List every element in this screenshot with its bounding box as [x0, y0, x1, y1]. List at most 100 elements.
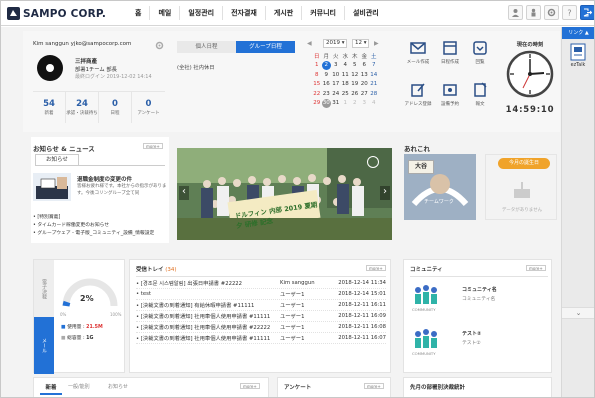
calendar-prev-icon[interactable]: ◀: [307, 40, 312, 47]
calendar-day[interactable]: 19: [350, 80, 360, 90]
calendar-next-icon[interactable]: ▶: [374, 40, 379, 47]
calendar-day[interactable]: 9: [322, 70, 332, 80]
community-more-button[interactable]: more+: [526, 265, 546, 271]
calendar-day[interactable]: 16: [322, 80, 332, 90]
quick-address-add[interactable]: アドレス登録: [403, 81, 433, 107]
calendar-day[interactable]: 20: [360, 80, 370, 90]
calendar-day[interactable]: 22: [312, 89, 322, 99]
eztalk-app[interactable]: ezTalk: [566, 43, 590, 68]
calendar-day[interactable]: 8: [312, 70, 322, 80]
news-item-2[interactable]: • タイムカード稼働変更のお知らせ: [33, 221, 109, 228]
calendar-day[interactable]: 25: [341, 89, 351, 99]
calendar-day[interactable]: 12: [350, 70, 360, 80]
logout-icon[interactable]: [580, 5, 594, 20]
tab-new-posts[interactable]: 新着: [40, 383, 62, 395]
avatar[interactable]: [37, 55, 63, 81]
news-item-3[interactable]: • グループウェア - 電子版_コミュニティ_設備_情報設定: [33, 229, 154, 236]
nav-community[interactable]: 커뮤니티: [302, 6, 345, 20]
stat-new[interactable]: 54 新着: [33, 92, 66, 123]
nav-equipment[interactable]: 설비관리: [345, 6, 387, 20]
nav-approval[interactable]: 전자결재: [223, 6, 266, 20]
calendar-day[interactable]: 21: [369, 80, 379, 90]
calendar-day[interactable]: 1: [341, 99, 351, 109]
calendar-day[interactable]: 24: [331, 89, 341, 99]
photo-slider[interactable]: ドルフィン 内部 2019 夏期 夕 研修 記念 ‹ ›: [177, 148, 392, 240]
survey-more-button[interactable]: more+: [364, 383, 384, 389]
calendar-day[interactable]: 17: [331, 80, 341, 90]
quick-circular[interactable]: 回覧: [465, 39, 495, 65]
stat-approval[interactable]: 24 承認・決裁待ち: [66, 92, 99, 123]
calendar-day[interactable]: 23: [322, 89, 332, 99]
help-icon[interactable]: ?: [562, 5, 577, 20]
calendar-day[interactable]: 26: [350, 89, 360, 99]
community-item-1[interactable]: COMMUNITY コミュニティ名 コミュニティ名: [410, 282, 548, 322]
calendar-day[interactable]: 14: [369, 70, 379, 80]
calendar-day[interactable]: 13: [360, 70, 370, 80]
tab-notice[interactable]: お知らせ: [35, 154, 79, 165]
slider-pause-icon[interactable]: [367, 156, 379, 168]
calendar-day[interactable]: 4: [369, 99, 379, 109]
calendar-day[interactable]: 27: [360, 89, 370, 99]
group-photo: [177, 148, 392, 240]
brand-logo[interactable]: SAMPO CORP.: [7, 6, 107, 21]
news-headline[interactable]: 退職金制度の変更の件: [77, 175, 132, 183]
quick-report[interactable]: 報文: [465, 81, 495, 107]
calendar-day[interactable]: 6: [360, 61, 370, 71]
month-select[interactable]: 12 ▾: [352, 39, 369, 48]
community-item-2[interactable]: COMMUNITY テスト② テスト②: [410, 326, 548, 366]
calendar-day[interactable]: 3: [360, 99, 370, 109]
slider-next-icon[interactable]: ›: [380, 186, 390, 200]
calendar-day[interactable]: 18: [341, 80, 351, 90]
calendar-day[interactable]: 28: [369, 89, 379, 99]
nav-home[interactable]: 홈: [127, 6, 151, 20]
board-more-button[interactable]: more+: [240, 383, 260, 389]
tab-approval-widget[interactable]: 電子決裁: [34, 260, 54, 317]
tab-notice-board[interactable]: お知らせ: [108, 383, 128, 390]
news-item-1[interactable]: • [特別賞義]: [33, 213, 60, 220]
calendar-day[interactable]: 10: [331, 70, 341, 80]
calendar-day[interactable]: 5: [350, 61, 360, 71]
user-icon[interactable]: [508, 5, 523, 20]
calendar-day[interactable]: 7: [369, 61, 379, 71]
calendar-day[interactable]: 4: [341, 61, 351, 71]
inbox-row[interactable]: • [決裁文書の到着通知] 社用車個人使用申請書 #22222 ユーザー1 2018…: [136, 322, 386, 333]
tab-personal-schedule[interactable]: 個人日程: [177, 41, 236, 53]
sidebar-scroll-down-icon[interactable]: ⌄: [562, 307, 594, 319]
year-select[interactable]: 2019 ▾: [323, 39, 347, 48]
nav-board[interactable]: 게시판: [266, 6, 303, 20]
gear-icon[interactable]: [155, 41, 164, 50]
calendar-day[interactable]: 31: [331, 99, 341, 109]
slider-prev-icon[interactable]: ‹: [179, 186, 189, 200]
inbox-row[interactable]: • [決裁文書の到着通知] 社用車個人使用申請書 #11111 ユーザー1 2018…: [136, 311, 386, 322]
tab-group-schedule[interactable]: グループ日程: [236, 41, 295, 53]
calendar-day[interactable]: 2: [321, 60, 331, 70]
tab-general[interactable]: 一般/能別: [68, 383, 90, 390]
calendar-day[interactable]: 15: [312, 80, 322, 90]
calendar-day[interactable]: 11: [341, 70, 351, 80]
calendar-day[interactable]: 29: [312, 99, 322, 109]
calendar-day[interactable]: 3: [331, 61, 341, 71]
inbox-row[interactable]: • [경조문 시스템알림] 出張日申請書 #22222 Kim sanggun 20…: [136, 278, 386, 289]
tab-mail-widget[interactable]: メール: [34, 317, 54, 374]
inbox-row[interactable]: • [決裁文書の到着通知] 社用車個人使用申請書 #11111 ユーザー1 2018…: [136, 333, 386, 344]
person-icon[interactable]: [526, 5, 541, 20]
quick-mail-write[interactable]: メール作成: [403, 39, 433, 65]
schedule-entry[interactable]: (全社) 社内休日: [177, 63, 215, 71]
gear-icon[interactable]: [544, 5, 559, 20]
news-thumbnail[interactable]: [33, 173, 71, 201]
quick-equipment-reserve[interactable]: 設備予約: [435, 81, 465, 107]
calendar-day[interactable]: 1: [312, 61, 322, 71]
inbox-row[interactable]: • test ユーザー1 2018-12-14 15:01: [136, 289, 386, 300]
stat-survey[interactable]: 0 アンケート: [132, 92, 165, 123]
inbox-row[interactable]: • [決裁文書の到着通知] 有給休暇申請書 #11111 ユーザー1 2018-12…: [136, 300, 386, 311]
link-toggle[interactable]: リンク ▲: [562, 27, 594, 39]
calendar-day[interactable]: 2: [350, 99, 360, 109]
news-more-button[interactable]: more+: [143, 143, 163, 149]
quick-schedule-write[interactable]: 日程作成: [435, 39, 465, 65]
nav-mail[interactable]: 메일: [150, 6, 181, 20]
calendar-day[interactable]: 30: [321, 98, 331, 108]
nav-schedule[interactable]: 일정관리: [180, 6, 224, 20]
stat-schedule[interactable]: 0 日程: [99, 92, 132, 123]
inbox-more-button[interactable]: more+: [366, 265, 386, 271]
misc-card-birthday[interactable]: 今月の誕生日 データがありません: [485, 154, 557, 220]
